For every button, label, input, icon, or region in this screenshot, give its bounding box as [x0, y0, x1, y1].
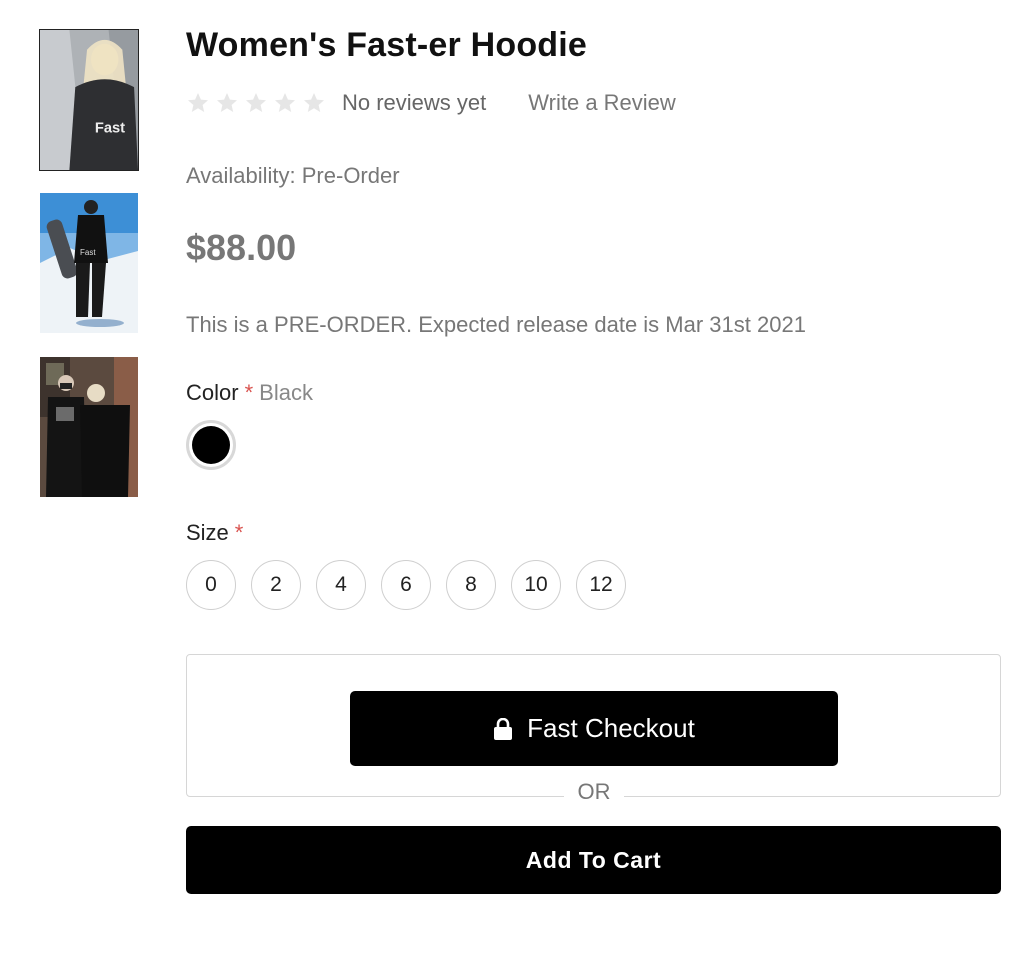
selected-color-text: Black — [259, 380, 313, 405]
snowboarder-photo: Fast — [40, 193, 138, 333]
size-option-0[interactable]: 0 — [186, 560, 236, 610]
add-to-cart-button[interactable]: Add To Cart — [186, 826, 1001, 894]
availability-text: Availability: Pre-Order — [186, 163, 400, 188]
star-icon — [273, 91, 297, 115]
fast-checkout-container: Fast Checkout — [186, 654, 1001, 797]
star-icon — [215, 91, 239, 115]
size-label-text: Size — [186, 520, 229, 545]
star-icon — [186, 91, 210, 115]
reviews-count-text: No reviews yet — [342, 90, 487, 115]
svg-text:Fast: Fast — [80, 248, 96, 257]
star-rating — [186, 91, 326, 115]
lock-icon — [494, 717, 513, 740]
required-mark: * — [234, 520, 244, 545]
thumbnail-snowboarder[interactable]: Fast — [40, 193, 138, 333]
or-divider: OR — [564, 779, 624, 805]
svg-text:Fast: Fast — [95, 120, 125, 136]
size-option-10[interactable]: 10 — [511, 560, 561, 610]
swatch-fill — [192, 426, 230, 464]
product-price: $88.00 — [186, 227, 297, 268]
write-review-link[interactable]: Write a Review — [528, 90, 676, 116]
star-icon — [302, 91, 326, 115]
size-option-label: Size * — [186, 520, 243, 546]
size-options: 0 2 4 6 8 10 12 — [186, 560, 626, 610]
product-title: Women's Fast-er Hoodie — [186, 26, 588, 64]
fast-checkout-button[interactable]: Fast Checkout — [350, 691, 838, 766]
reviews-row: No reviews yet Write a Review — [186, 90, 676, 116]
color-option-label: Color * Black — [186, 380, 313, 406]
hoodie-photo: Fast — [40, 30, 138, 170]
couple-photo — [40, 357, 138, 497]
color-label-text: Color — [186, 380, 239, 405]
thumbnail-hoodie-front[interactable]: Fast — [39, 29, 139, 171]
size-option-6[interactable]: 6 — [381, 560, 431, 610]
size-option-2[interactable]: 2 — [251, 560, 301, 610]
required-mark: * — [244, 380, 254, 405]
color-swatch-black[interactable] — [186, 420, 236, 470]
size-option-12[interactable]: 12 — [576, 560, 626, 610]
product-page: Fast Fast Women's Fast-er Hoodie No revi… — [0, 0, 1024, 965]
preorder-note: This is a PRE-ORDER. Expected release da… — [186, 312, 806, 337]
fast-checkout-label: Fast Checkout — [527, 713, 695, 743]
star-icon — [244, 91, 268, 115]
thumbnail-couple[interactable] — [40, 357, 138, 497]
size-option-4[interactable]: 4 — [316, 560, 366, 610]
size-option-8[interactable]: 8 — [446, 560, 496, 610]
